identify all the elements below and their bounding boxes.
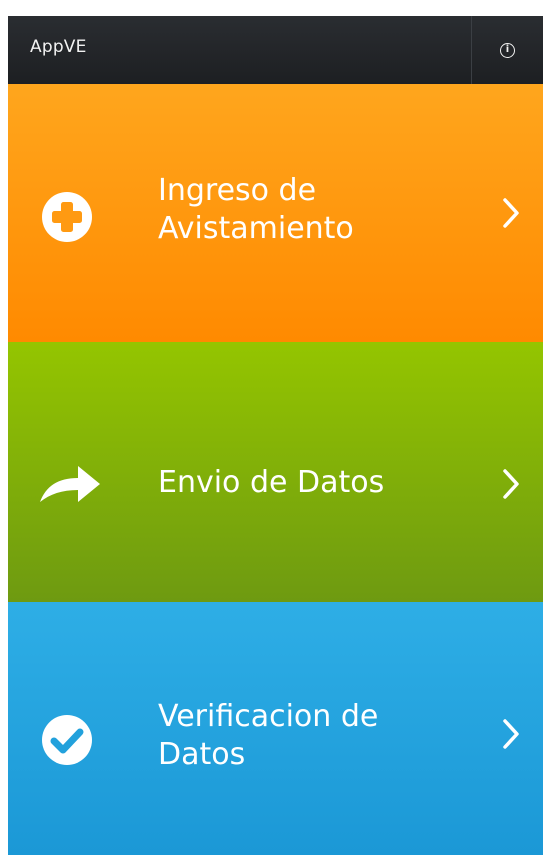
menu-item-label: Ingreso de Avistamiento	[158, 172, 458, 248]
app-screen: AppVE i Ingreso de Avistamiento Envio de…	[8, 16, 543, 855]
menu-item-ingreso-avistamiento[interactable]: Ingreso de Avistamiento	[8, 84, 543, 342]
app-header: AppVE i	[8, 16, 543, 84]
menu-item-label-line1: Ingreso de	[158, 173, 317, 208]
menu-item-label: Verificacion de Datos	[158, 698, 458, 774]
chevron-right-icon	[503, 198, 519, 228]
app-title: AppVE	[30, 37, 87, 57]
menu-item-verificacion-datos[interactable]: Verificacion de Datos	[8, 602, 543, 855]
menu-item-label-line1: Verificacion de	[158, 699, 379, 734]
menu-item-envio-datos[interactable]: Envio de Datos	[8, 342, 543, 602]
menu-item-label-line2: Datos	[158, 737, 246, 772]
chevron-right-icon	[503, 469, 519, 499]
menu-item-label-line1: Envio de Datos	[158, 465, 385, 500]
menu-item-label: Envio de Datos	[158, 464, 458, 502]
info-button[interactable]: i	[472, 16, 543, 84]
check-circle-icon	[42, 715, 92, 765]
menu-item-label-line2: Avistamiento	[158, 211, 354, 246]
plus-circle-icon	[42, 192, 92, 242]
info-icon: i	[500, 42, 515, 58]
chevron-right-icon	[503, 719, 519, 749]
share-arrow-icon	[40, 466, 100, 502]
